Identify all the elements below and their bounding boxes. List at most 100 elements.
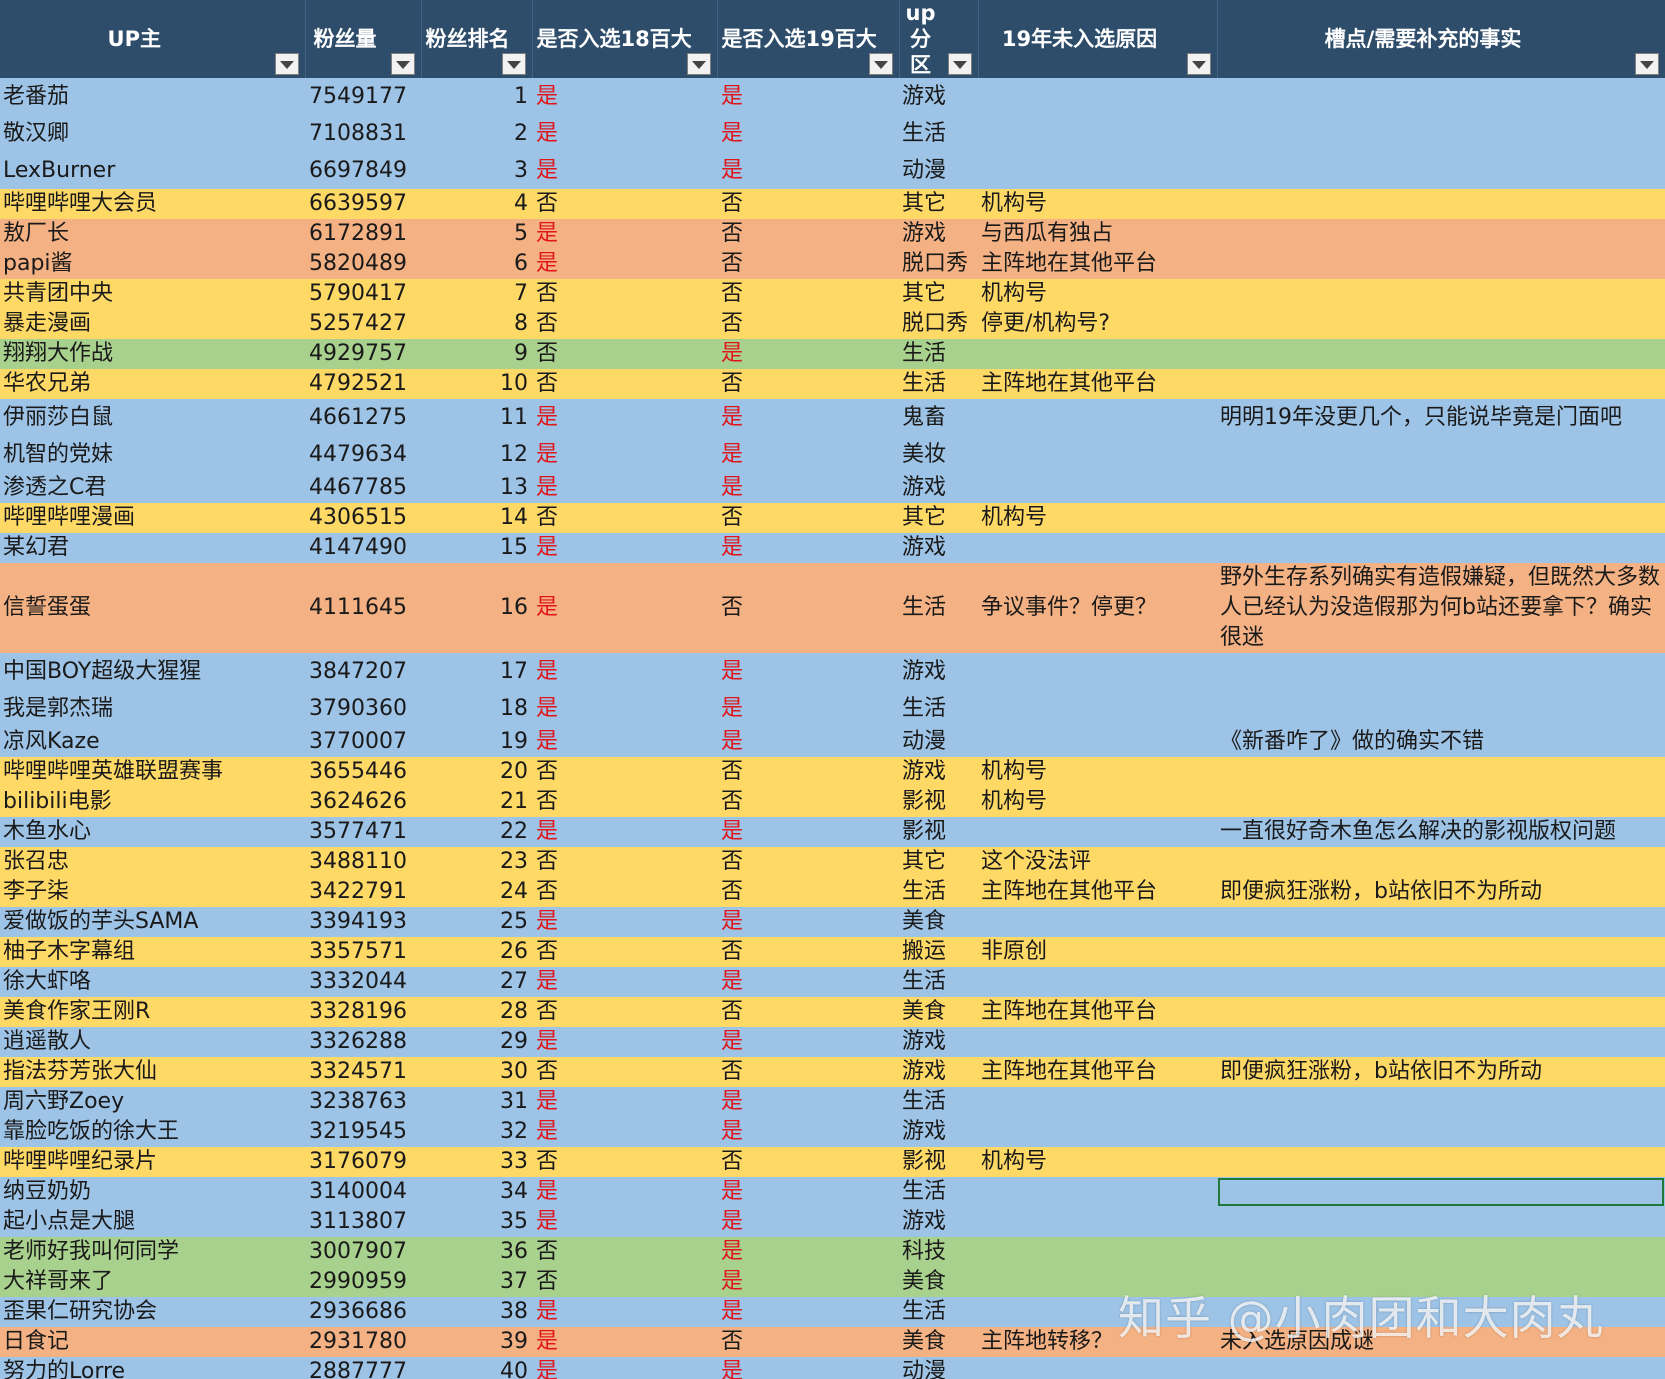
rank-cell[interactable]: 23 bbox=[421, 847, 532, 877]
note-cell[interactable]: 即便疯狂涨粉，b站依旧不为所动 bbox=[1217, 877, 1665, 907]
fans-cell[interactable]: 5820489 bbox=[305, 249, 421, 279]
up-name-cell[interactable]: 起小点是大腿 bbox=[0, 1207, 305, 1237]
in-19-cell[interactable]: 否 bbox=[717, 1057, 899, 1087]
in-19-cell[interactable]: 是 bbox=[717, 727, 899, 757]
zone-cell[interactable]: 搬运 bbox=[899, 937, 978, 967]
up-name-cell[interactable]: 老番茄 bbox=[0, 78, 305, 115]
fans-cell[interactable]: 3007907 bbox=[305, 1237, 421, 1267]
in-18-cell[interactable]: 是 bbox=[532, 1357, 717, 1379]
rank-cell[interactable]: 31 bbox=[421, 1087, 532, 1117]
zone-cell[interactable]: 动漫 bbox=[899, 152, 978, 189]
reason-cell[interactable] bbox=[978, 339, 1217, 369]
reason-cell[interactable] bbox=[978, 1237, 1217, 1267]
note-cell[interactable] bbox=[1217, 967, 1665, 997]
in-18-cell[interactable]: 是 bbox=[532, 563, 717, 653]
in-18-cell[interactable]: 是 bbox=[532, 533, 717, 563]
note-cell[interactable] bbox=[1217, 1207, 1665, 1237]
in-18-cell[interactable]: 否 bbox=[532, 997, 717, 1027]
fans-cell[interactable]: 4306515 bbox=[305, 503, 421, 533]
in-18-cell[interactable]: 否 bbox=[532, 339, 717, 369]
zone-cell[interactable]: 游戏 bbox=[899, 533, 978, 563]
in-18-cell[interactable]: 否 bbox=[532, 279, 717, 309]
filter-dropdown-icon[interactable] bbox=[390, 53, 415, 75]
in-19-cell[interactable]: 否 bbox=[717, 757, 899, 787]
rank-cell[interactable]: 17 bbox=[421, 653, 532, 690]
rank-cell[interactable]: 28 bbox=[421, 997, 532, 1027]
reason-cell[interactable]: 争议事件？停更？ bbox=[978, 563, 1217, 653]
fans-cell[interactable]: 3219545 bbox=[305, 1117, 421, 1147]
note-cell[interactable] bbox=[1217, 503, 1665, 533]
in-18-cell[interactable]: 是 bbox=[532, 653, 717, 690]
filter-dropdown-icon[interactable] bbox=[1186, 53, 1211, 75]
zone-cell[interactable]: 生活 bbox=[899, 1297, 978, 1327]
fans-cell[interactable]: 3655446 bbox=[305, 757, 421, 787]
fans-cell[interactable]: 3113807 bbox=[305, 1207, 421, 1237]
in-19-cell[interactable]: 是 bbox=[717, 1177, 899, 1207]
zone-cell[interactable]: 生活 bbox=[899, 339, 978, 369]
filter-dropdown-icon[interactable] bbox=[686, 53, 711, 75]
in-19-cell[interactable]: 是 bbox=[717, 115, 899, 152]
in-18-cell[interactable]: 是 bbox=[532, 115, 717, 152]
up-name-cell[interactable]: 周六野Zoey bbox=[0, 1087, 305, 1117]
in-18-cell[interactable]: 是 bbox=[532, 1087, 717, 1117]
fans-cell[interactable]: 3624626 bbox=[305, 787, 421, 817]
in-19-cell[interactable]: 是 bbox=[717, 152, 899, 189]
in-19-cell[interactable]: 是 bbox=[717, 1357, 899, 1379]
in-19-cell[interactable]: 是 bbox=[717, 1237, 899, 1267]
in-19-cell[interactable]: 否 bbox=[717, 787, 899, 817]
reason-cell[interactable] bbox=[978, 78, 1217, 115]
fans-cell[interactable]: 2931780 bbox=[305, 1327, 421, 1357]
reason-cell[interactable]: 机构号 bbox=[978, 279, 1217, 309]
filter-dropdown-icon[interactable] bbox=[501, 53, 526, 75]
rank-cell[interactable]: 11 bbox=[421, 399, 532, 436]
zone-cell[interactable]: 鬼畜 bbox=[899, 399, 978, 436]
fans-cell[interactable]: 4479634 bbox=[305, 436, 421, 473]
in-18-cell[interactable]: 否 bbox=[532, 1057, 717, 1087]
in-18-cell[interactable]: 是 bbox=[532, 967, 717, 997]
up-name-cell[interactable]: 歪果仁研究协会 bbox=[0, 1297, 305, 1327]
in-19-cell[interactable]: 否 bbox=[717, 503, 899, 533]
in-19-cell[interactable]: 否 bbox=[717, 249, 899, 279]
fans-cell[interactable]: 3790360 bbox=[305, 690, 421, 727]
in-19-cell[interactable]: 是 bbox=[717, 817, 899, 847]
fans-cell[interactable]: 6639597 bbox=[305, 189, 421, 219]
in-19-cell[interactable]: 是 bbox=[717, 399, 899, 436]
zone-cell[interactable]: 生活 bbox=[899, 1177, 978, 1207]
zone-cell[interactable]: 其它 bbox=[899, 503, 978, 533]
up-name-cell[interactable]: 暴走漫画 bbox=[0, 309, 305, 339]
filter-dropdown-icon[interactable] bbox=[868, 53, 893, 75]
note-cell[interactable] bbox=[1217, 653, 1665, 690]
up-name-cell[interactable]: 机智的党妹 bbox=[0, 436, 305, 473]
up-name-cell[interactable]: 美食作家王刚R bbox=[0, 997, 305, 1027]
up-name-cell[interactable]: 中国BOY超级大猩猩 bbox=[0, 653, 305, 690]
up-name-cell[interactable]: 信誓蛋蛋 bbox=[0, 563, 305, 653]
up-name-cell[interactable]: 爱做饭的芋头SAMA bbox=[0, 907, 305, 937]
in-19-cell[interactable]: 是 bbox=[717, 907, 899, 937]
in-18-cell[interactable]: 否 bbox=[532, 877, 717, 907]
up-name-cell[interactable]: 木鱼水心 bbox=[0, 817, 305, 847]
in-19-cell[interactable]: 否 bbox=[717, 1327, 899, 1357]
in-18-cell[interactable]: 否 bbox=[532, 309, 717, 339]
zone-cell[interactable]: 生活 bbox=[899, 1087, 978, 1117]
fans-cell[interactable]: 4147490 bbox=[305, 533, 421, 563]
reason-cell[interactable]: 机构号 bbox=[978, 757, 1217, 787]
zone-cell[interactable]: 生活 bbox=[899, 369, 978, 399]
rank-cell[interactable]: 21 bbox=[421, 787, 532, 817]
in-19-cell[interactable]: 否 bbox=[717, 877, 899, 907]
in-18-cell[interactable]: 是 bbox=[532, 1297, 717, 1327]
note-cell[interactable] bbox=[1217, 533, 1665, 563]
in-19-cell[interactable]: 否 bbox=[717, 309, 899, 339]
fans-cell[interactable]: 3176079 bbox=[305, 1147, 421, 1177]
note-cell[interactable] bbox=[1217, 339, 1665, 369]
in-19-cell[interactable]: 否 bbox=[717, 847, 899, 877]
rank-cell[interactable]: 32 bbox=[421, 1117, 532, 1147]
zone-cell[interactable]: 游戏 bbox=[899, 1057, 978, 1087]
fans-cell[interactable]: 3324571 bbox=[305, 1057, 421, 1087]
zone-cell[interactable]: 游戏 bbox=[899, 473, 978, 503]
in-18-cell[interactable]: 是 bbox=[532, 1177, 717, 1207]
in-18-cell[interactable]: 否 bbox=[532, 503, 717, 533]
note-cell[interactable] bbox=[1217, 249, 1665, 279]
rank-cell[interactable]: 39 bbox=[421, 1327, 532, 1357]
rank-cell[interactable]: 33 bbox=[421, 1147, 532, 1177]
rank-cell[interactable]: 2 bbox=[421, 115, 532, 152]
